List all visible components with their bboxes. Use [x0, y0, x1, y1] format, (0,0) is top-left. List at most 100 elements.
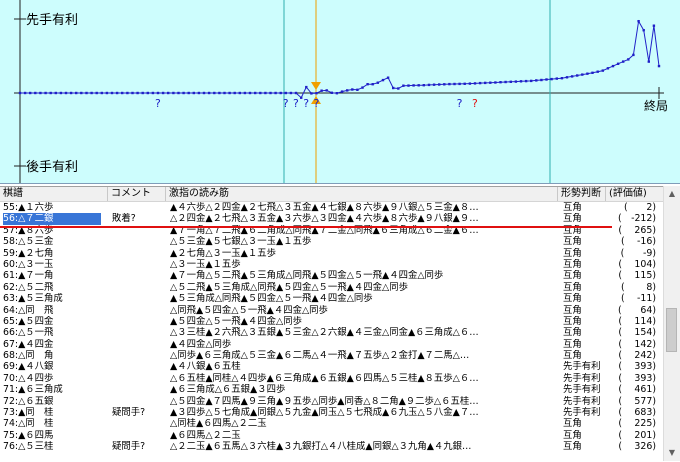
line-cell: △５三金▲５七銀△３一玉▲１五歩	[170, 236, 312, 248]
scroll-thumb[interactable]	[666, 308, 677, 352]
evaluation-point	[197, 91, 201, 95]
value-cell: ( -16)	[621, 236, 656, 248]
evaluation-point	[606, 67, 610, 70]
header-judge[interactable]: 形勢判断	[558, 187, 606, 201]
evaluation-point	[305, 85, 308, 89]
value-cell: ( 114)	[618, 315, 656, 327]
line-cell: △５二飛▲５三角成△同飛▲５四金△５一飛▲４四金△同歩	[170, 281, 408, 293]
evaluation-point	[300, 96, 303, 99]
table-row[interactable]: 64:△同 飛 △同飛▲５四金△５一飛▲４四金△同歩 互角( 64)	[0, 305, 664, 316]
evaluation-point	[622, 60, 625, 63]
move-cell: 65:▲５四金	[3, 315, 54, 327]
evaluation-point	[75, 91, 78, 95]
table-row[interactable]: 66:△５一飛 △３三桂▲２六飛△３五銀▲５三金△２六銀▲４三金△同金▲６三角成△…	[0, 327, 664, 338]
question-mark: ?	[283, 97, 289, 110]
evaluation-point	[366, 83, 369, 86]
table-row[interactable]: 69:▲４八銀 ▲４八銀▲６五桂 先手有利( 393)	[0, 361, 664, 372]
table-row[interactable]: 67:▲４四金 ▲４四金△同歩 互角( 142)	[0, 339, 664, 350]
label-gote-advantage: 後手有利	[26, 160, 78, 175]
value-cell: ( 8)	[620, 281, 656, 293]
header-line[interactable]: 激指の読み筋	[166, 187, 558, 201]
table-row[interactable]: 60:△３一玉 △３一玉▲１五歩 互角( 104)	[0, 259, 664, 270]
evaluation-point	[90, 91, 93, 95]
table-row[interactable]: 75:▲６四馬 ▲６四馬△２二玉 互角( 201)	[0, 430, 664, 441]
evaluation-point	[284, 91, 287, 95]
evaluation-point	[427, 83, 431, 87]
evaluation-point	[550, 77, 553, 81]
table-row[interactable]: 73:▲同 桂 疑問手? ▲３四歩△５七角成▲同銀△５九金▲同玉△５七飛成▲６九玉△…	[0, 407, 664, 418]
table-row[interactable]: 70:△４四歩 △６五桂▲同桂△４四歩▲６三角成▲６五銀▲６四馬△５三桂▲８五歩△…	[0, 373, 664, 384]
value-cell: ( 265)	[618, 224, 656, 236]
evaluation-point	[243, 91, 247, 95]
value-cell: ( 142)	[618, 338, 656, 350]
header-move[interactable]: 棋譜	[0, 187, 108, 201]
header-comment[interactable]: コメント	[108, 187, 166, 201]
evaluation-point	[254, 91, 257, 95]
evaluation-point	[514, 80, 518, 83]
table-row[interactable]: 65:▲５四金 ▲５四金△５一飛▲４四金△同歩 互角( 114)	[0, 316, 664, 327]
evaluation-point	[356, 88, 359, 91]
evaluation-point	[156, 91, 160, 95]
evaluation-point	[202, 91, 206, 95]
value-cell: ( 2)	[623, 202, 656, 213]
comment-cell: 疑問手?	[112, 407, 146, 419]
question-marks: ???????	[155, 97, 478, 110]
table-row[interactable]: 68:△同 角 △同歩▲６三角成△５三金▲６二馬△４一飛▲７五歩△２金打▲７二馬△…	[0, 350, 664, 361]
evaluation-point	[386, 76, 390, 79]
evaluation-point	[484, 81, 487, 85]
evaluation-point	[611, 64, 615, 68]
value-cell: ( 115)	[618, 270, 656, 282]
value-cell: ( 393)	[618, 361, 656, 373]
table-row[interactable]: 61:▲７一角 ▲７一角△５二飛▲５三角成△同飛▲５四金△５一飛▲４四金△同歩 互角…	[0, 270, 664, 281]
evaluation-point	[105, 91, 109, 95]
table-row[interactable]: 59:▲２七角 ▲２七角△３一玉▲１五歩 互角( -9)	[0, 248, 664, 259]
evaluation-point	[126, 91, 129, 95]
evaluation-graph-svg[interactable]: 先手有利 後手有利 終局 ???????	[0, 0, 680, 183]
evaluation-point	[443, 83, 446, 86]
evaluation-point	[80, 91, 83, 95]
evaluation-point	[489, 81, 492, 84]
evaluation-point	[187, 91, 190, 95]
evaluation-point	[392, 86, 395, 90]
table-row[interactable]: 63:▲５三角成 ▲５三角成△同飛▲５四金△５一飛▲４四金△同歩 互角( -11)	[0, 293, 664, 304]
table-row[interactable]: 56:△７二銀 敗着? △２四金▲２七飛△３五金▲３六歩△３四金▲４六歩▲８六歩▲９…	[0, 213, 664, 225]
table-row[interactable]: 71:▲６三角成 ▲６三角成△６五銀▲３四歩 先手有利( 461)	[0, 384, 664, 395]
scroll-up-icon[interactable]: ▲	[664, 186, 680, 202]
evaluation-point	[100, 91, 103, 95]
evaluation-point	[121, 91, 124, 95]
table-row[interactable]: 74:△同 桂 △同桂▲６四馬△２二玉 互角( 225)	[0, 418, 664, 429]
evaluation-point	[627, 58, 630, 61]
evaluation-point	[540, 78, 543, 82]
table-row[interactable]: 72:△６五銀 △５四金▲７四馬▲９三角▲９五歩△同歩▲同香△８二角▲９二歩△６五…	[0, 396, 664, 407]
value-cell: ( 461)	[618, 384, 656, 396]
table-row[interactable]: 76:△５三桂 疑問手? △２二玉▲６五馬△３六桂▲３九銀打△４八桂成▲同銀△３九角…	[0, 441, 664, 452]
move-cell: 61:▲７一角	[3, 270, 54, 282]
value-cell: ( 154)	[618, 327, 656, 339]
value-cell: ( -212)	[618, 213, 656, 225]
evaluation-point	[238, 91, 241, 95]
evaluation-point	[29, 91, 32, 95]
evaluation-point	[586, 72, 589, 75]
table-row[interactable]: 62:△５二飛 △５二飛▲５三角成△同飛▲５四金△５一飛▲４四金△同歩 互角( 8)	[0, 282, 664, 293]
value-cell: ( 225)	[618, 418, 656, 430]
header-value[interactable]: (評価値)	[606, 187, 664, 201]
table-row[interactable]: 58:△５三金 △５三金▲５七銀△３一玉▲１五歩 互角( -16)	[0, 236, 664, 247]
evaluation-point	[269, 91, 272, 95]
evaluation-graph[interactable]: 先手有利 後手有利 終局 ???????	[0, 0, 680, 184]
evaluation-point	[325, 89, 328, 92]
evaluation-point	[555, 77, 558, 80]
evaluation-point	[509, 80, 512, 83]
evaluation-point	[402, 84, 405, 87]
scroll-down-icon[interactable]: ▼	[664, 445, 680, 461]
table-row[interactable]: 55:▲１六歩 ▲４六歩△２四金▲２七飛△３五金▲４七銀▲８六歩▲９八銀△５三金▲…	[0, 202, 664, 213]
evaluation-point	[652, 24, 656, 27]
evaluation-point	[151, 91, 155, 95]
vertical-scrollbar[interactable]: ▲ ▼	[663, 186, 680, 461]
question-mark: ?	[457, 97, 463, 110]
evaluation-point	[85, 91, 88, 95]
evaluation-point	[69, 91, 73, 95]
evaluation-point	[136, 91, 139, 95]
evaluation-point	[248, 91, 252, 95]
evaluation-point	[49, 91, 52, 95]
value-cell: ( 201)	[618, 429, 656, 441]
